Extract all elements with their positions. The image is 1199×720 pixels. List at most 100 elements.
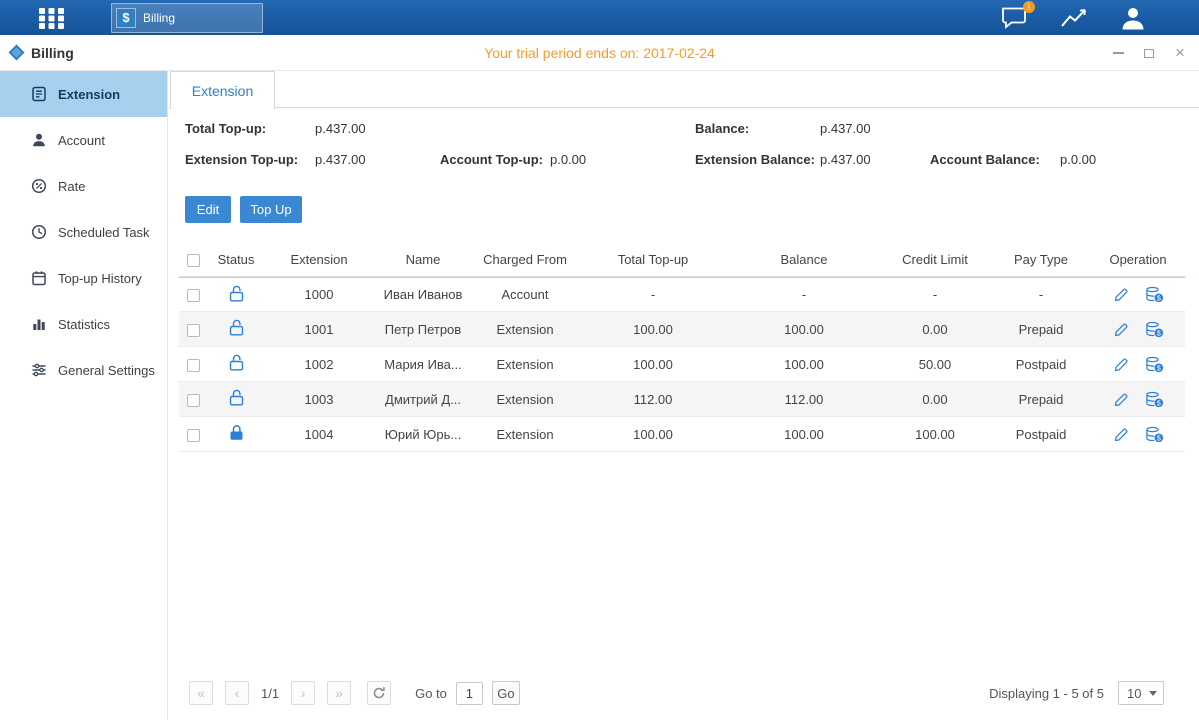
page-size-select[interactable]: 10 — [1118, 681, 1164, 705]
topup-coins-icon[interactable]: $ — [1145, 426, 1164, 443]
cell-name: Мария Ива... — [373, 357, 473, 372]
cell-extension: 1001 — [265, 322, 373, 337]
svg-text:$: $ — [1156, 435, 1160, 442]
account-topup-label: Account Top-up: — [440, 152, 543, 167]
last-page-button[interactable]: » — [327, 681, 351, 705]
cell-credit-limit: 100.00 — [879, 427, 991, 442]
general-settings-icon — [31, 362, 47, 378]
svg-text:$: $ — [1156, 400, 1160, 407]
trial-notice: Your trial period ends on: 2017-02-24 — [0, 45, 1199, 61]
edit-pencil-icon[interactable] — [1113, 286, 1130, 303]
sidebar-item-scheduled-task[interactable]: Scheduled Task — [0, 209, 167, 255]
table-header: Status Extension Name Charged From Total… — [179, 243, 1185, 277]
table-row: 1004 Юрий Юрь... Extension 100.00 100.00… — [179, 417, 1185, 452]
table-row: 1002 Мария Ива... Extension 100.00 100.0… — [179, 347, 1185, 382]
sidebar-item-general-settings[interactable]: General Settings — [0, 347, 167, 393]
edit-pencil-icon[interactable] — [1113, 426, 1130, 443]
lock-status-icon[interactable] — [229, 389, 244, 406]
edit-pencil-icon[interactable] — [1113, 356, 1130, 373]
extension-topup-label: Extension Top-up: — [185, 152, 298, 167]
refresh-icon — [372, 686, 386, 700]
sidebar-item-label: Account — [58, 133, 105, 148]
topup-coins-icon[interactable]: $ — [1145, 286, 1164, 303]
table-body: 1000 Иван Иванов Account - - - - $ — [179, 277, 1185, 452]
sidebar-item-account[interactable]: Account — [0, 117, 167, 163]
refresh-button[interactable] — [367, 681, 391, 705]
cell-charged-from: Extension — [473, 392, 577, 407]
topup-button[interactable]: Top Up — [240, 196, 302, 223]
cell-extension: 1003 — [265, 392, 373, 407]
cell-pay-type: Postpaid — [991, 427, 1091, 442]
topbar-tab-billing[interactable]: $ Billing — [111, 3, 263, 33]
cell-charged-from: Extension — [473, 322, 577, 337]
cell-extension: 1004 — [265, 427, 373, 442]
topbar-tab-label: Billing — [143, 11, 175, 25]
extension-icon — [31, 86, 47, 102]
first-page-button[interactable]: « — [189, 681, 213, 705]
lock-status-icon[interactable] — [229, 354, 244, 371]
sidebar-item-topup-history[interactable]: Top-up History — [0, 255, 167, 301]
topbar: $ Billing ! — [0, 0, 1199, 35]
go-button[interactable]: Go — [492, 681, 520, 705]
balance-value: p.437.00 — [820, 121, 871, 136]
goto-page-input[interactable] — [456, 682, 483, 705]
topup-coins-icon[interactable]: $ — [1145, 391, 1164, 408]
sidebar-item-rate[interactable]: Rate — [0, 163, 167, 209]
col-status: Status — [207, 252, 265, 267]
topup-coins-icon[interactable]: $ — [1145, 356, 1164, 373]
billing-window: $ Billing ! — [0, 0, 1199, 720]
sidebar-item-label: Top-up History — [58, 271, 142, 286]
chat-icon[interactable]: ! — [999, 5, 1029, 30]
next-page-button[interactable]: › — [291, 681, 315, 705]
col-extension: Extension — [265, 252, 373, 267]
chart-icon[interactable] — [1059, 6, 1089, 30]
cell-extension: 1000 — [265, 287, 373, 302]
col-name: Name — [373, 252, 473, 267]
page-indicator: 1/1 — [261, 686, 279, 701]
sidebar-item-label: General Settings — [58, 363, 155, 378]
tab-extension[interactable]: Extension — [170, 71, 275, 109]
cell-pay-type: - — [991, 287, 1091, 302]
sidebar-item-extension[interactable]: Extension — [0, 71, 167, 117]
lock-status-icon[interactable] — [229, 424, 244, 441]
svg-text:$: $ — [1156, 295, 1160, 302]
extension-balance-value: p.437.00 — [820, 152, 871, 167]
maximize-button[interactable] — [1142, 46, 1156, 60]
cell-credit-limit: 0.00 — [879, 322, 991, 337]
account-icon — [31, 132, 47, 148]
edit-pencil-icon[interactable] — [1113, 321, 1130, 338]
lock-status-icon[interactable] — [229, 285, 244, 302]
sidebar-item-statistics[interactable]: Statistics — [0, 301, 167, 347]
lock-status-icon[interactable] — [229, 319, 244, 336]
prev-page-button[interactable]: ‹ — [225, 681, 249, 705]
extension-topup-value: p.437.00 — [315, 152, 366, 167]
edit-pencil-icon[interactable] — [1113, 391, 1130, 408]
close-button[interactable]: × — [1173, 46, 1187, 60]
row-checkbox[interactable] — [187, 429, 200, 442]
row-checkbox[interactable] — [187, 394, 200, 407]
row-checkbox[interactable] — [187, 359, 200, 372]
cell-name: Дмитрий Д... — [373, 392, 473, 407]
row-checkbox[interactable] — [187, 289, 200, 302]
cell-balance: 100.00 — [729, 322, 879, 337]
app-logo-icon — [8, 44, 25, 61]
select-all-checkbox[interactable] — [187, 254, 200, 267]
topup-coins-icon[interactable]: $ — [1145, 321, 1164, 338]
user-icon[interactable] — [1119, 5, 1147, 31]
cell-credit-limit: 50.00 — [879, 357, 991, 372]
cell-balance: - — [729, 287, 879, 302]
account-balance-value: p.0.00 — [1060, 152, 1096, 167]
col-credit-limit: Credit Limit — [879, 252, 991, 267]
cell-balance: 100.00 — [729, 357, 879, 372]
table-row: 1001 Петр Петров Extension 100.00 100.00… — [179, 312, 1185, 347]
goto-label: Go to — [415, 686, 447, 701]
cell-charged-from: Extension — [473, 427, 577, 442]
apps-grid-icon[interactable] — [38, 7, 65, 29]
edit-button[interactable]: Edit — [185, 196, 231, 223]
row-checkbox[interactable] — [187, 324, 200, 337]
col-balance: Balance — [729, 252, 879, 267]
statistics-icon — [31, 316, 47, 332]
minimize-button[interactable] — [1111, 46, 1125, 60]
sidebar: Extension Account Rate Scheduled Task To… — [0, 71, 168, 720]
sidebar-item-label: Statistics — [58, 317, 110, 332]
